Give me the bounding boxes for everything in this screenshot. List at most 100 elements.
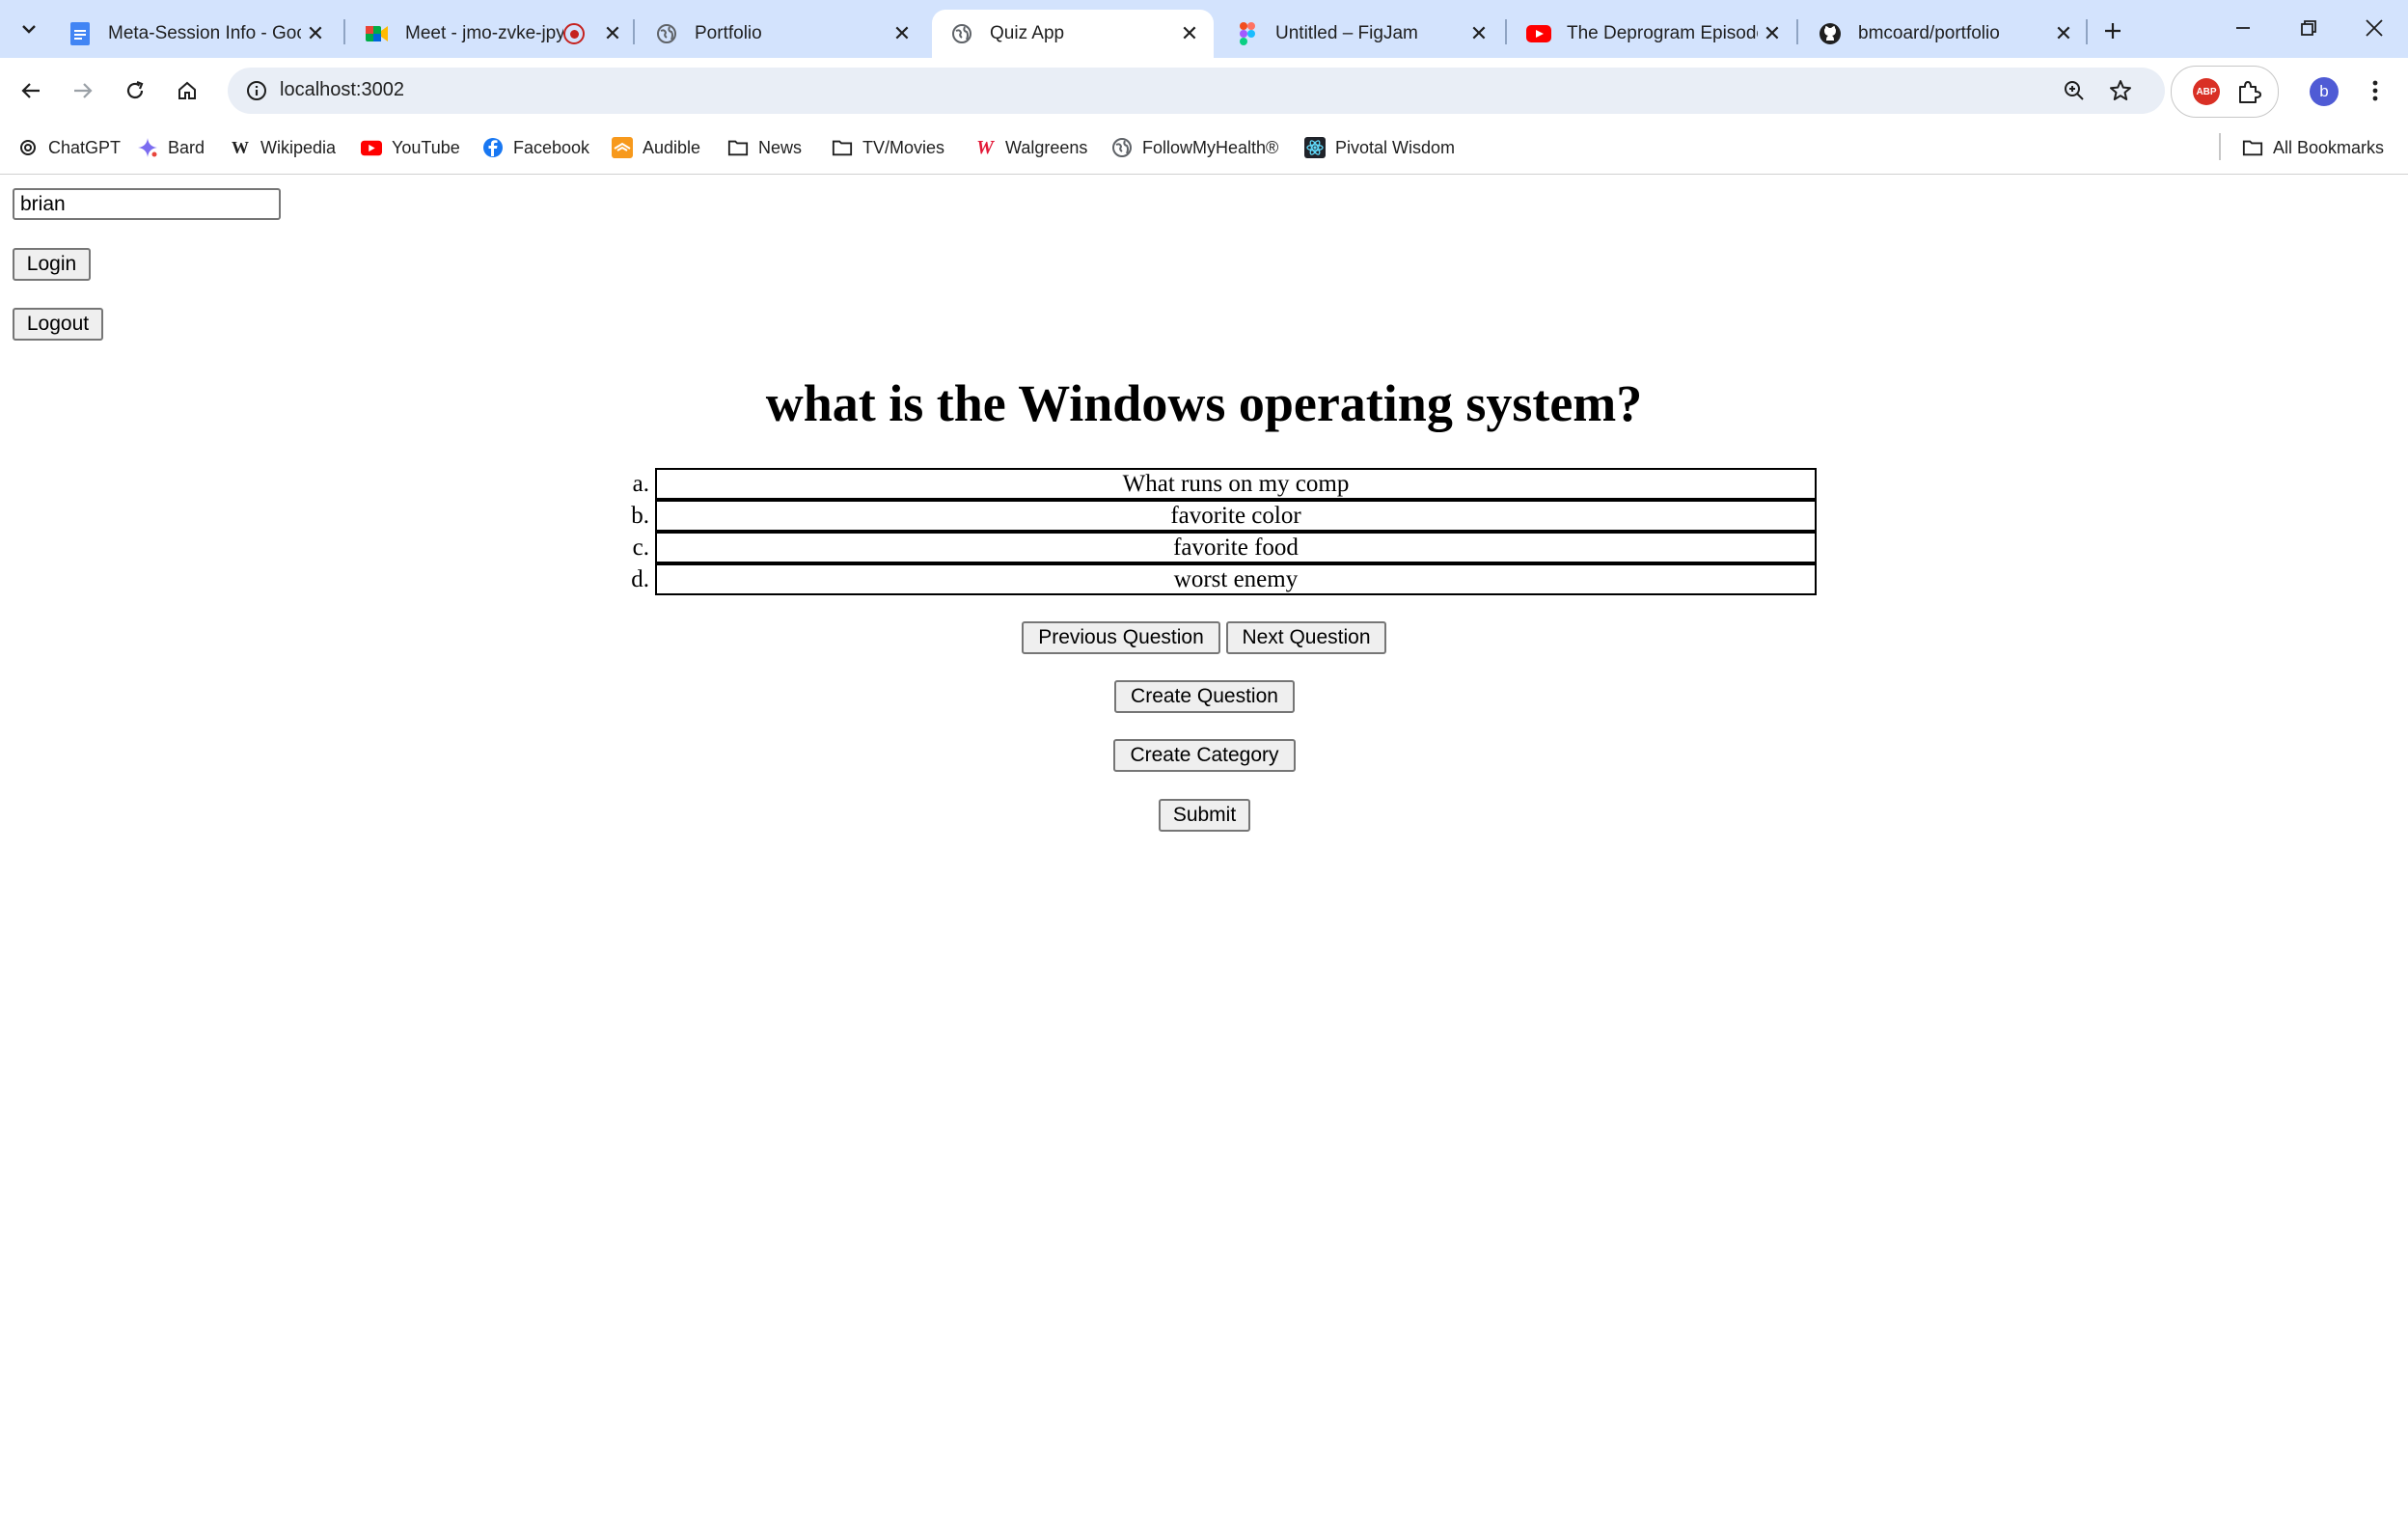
- bard-icon: [137, 137, 158, 158]
- globe-icon: [654, 21, 679, 46]
- bookmark-walgreens[interactable]: W Walgreens: [974, 133, 1087, 162]
- answer-text[interactable]: favorite food: [655, 532, 1817, 563]
- bookmark-audible[interactable]: Audible: [612, 133, 700, 162]
- create-question-button[interactable]: Create Question: [1114, 680, 1295, 713]
- address-text[interactable]: localhost:3002: [280, 79, 404, 101]
- profile-avatar[interactable]: b: [2310, 77, 2339, 106]
- close-icon: [2366, 19, 2383, 37]
- browser-menu-button[interactable]: [2358, 73, 2393, 108]
- bookmark-label: FollowMyHealth®: [1142, 137, 1279, 157]
- bookmark-wikipedia[interactable]: W Wikipedia: [230, 133, 336, 162]
- address-bar[interactable]: localhost:3002: [228, 68, 2165, 114]
- bookmark-label: YouTube: [392, 137, 460, 157]
- tab-separator: [343, 19, 345, 44]
- bookmark-label: News: [758, 137, 803, 157]
- bookmark-pivotal-wisdom[interactable]: Pivotal Wisdom: [1304, 133, 1455, 162]
- folder-icon: [2242, 137, 2263, 158]
- next-question-button[interactable]: Next Question: [1226, 621, 1386, 654]
- previous-question-button[interactable]: Previous Question: [1022, 621, 1220, 654]
- tab-title: bmcoard/portfolio: [1858, 23, 2000, 43]
- tab-meta-session[interactable]: Meta-Session Info - Goo ✕: [50, 10, 340, 58]
- youtube-icon: [361, 137, 382, 158]
- bookmark-label: Bard: [168, 137, 205, 157]
- tab-title: Quiz App: [990, 23, 1065, 43]
- tab-quiz-app[interactable]: Quiz App ✕: [932, 10, 1214, 58]
- tab-title: Untitled – FigJam: [1275, 23, 1418, 43]
- quiz-app-page: Login Logout what is the Windows operati…: [0, 176, 2408, 1536]
- tab-title: Meet - jmo-zvke-jpy: [405, 23, 563, 43]
- bookmark-label: Pivotal Wisdom: [1335, 137, 1456, 157]
- tab-separator: [633, 19, 635, 44]
- answer-text[interactable]: worst enemy: [655, 563, 1817, 595]
- bookmark-youtube[interactable]: YouTube: [361, 133, 460, 162]
- extensions-button[interactable]: [2233, 76, 2264, 107]
- bookmark-folder-news[interactable]: News: [727, 133, 802, 162]
- zoom-in-icon: [2065, 81, 2084, 100]
- restore-button[interactable]: [2275, 0, 2342, 56]
- forward-button[interactable]: [64, 71, 102, 110]
- close-icon[interactable]: ✕: [1175, 19, 1204, 48]
- answer-text[interactable]: favorite color: [655, 500, 1817, 532]
- bookmark-bard[interactable]: Bard: [137, 133, 205, 162]
- new-tab-button[interactable]: [2095, 14, 2130, 48]
- bookmark-label: Walgreens: [1005, 137, 1088, 157]
- username-input[interactable]: [13, 188, 281, 220]
- recording-icon: [563, 23, 585, 44]
- tab-separator: [1796, 19, 1798, 44]
- tab-search-button[interactable]: [10, 10, 48, 48]
- bookmark-chatgpt[interactable]: ChatGPT: [17, 133, 121, 162]
- tab-title: Portfolio: [695, 23, 762, 43]
- home-button[interactable]: [168, 71, 206, 110]
- create-category-button[interactable]: Create Category: [1113, 739, 1296, 772]
- zoom-button[interactable]: [2057, 73, 2092, 108]
- extensions-group: ABP: [2171, 66, 2279, 118]
- bookmark-folder-tv-movies[interactable]: TV/Movies: [832, 133, 944, 162]
- answer-letter: a.: [632, 471, 649, 497]
- home-icon: [178, 81, 196, 99]
- tab-portfolio[interactable]: Portfolio ✕: [637, 10, 926, 58]
- wikipedia-icon: W: [232, 137, 249, 157]
- bookmark-label: Audible: [643, 137, 701, 157]
- close-icon[interactable]: ✕: [598, 19, 627, 48]
- tab-github[interactable]: bmcoard/portfolio ✕: [1800, 10, 2088, 58]
- tab-separator: [1505, 19, 1507, 44]
- browser-chrome: Meta-Session Info - Goo ✕ Meet - jmo-zvk…: [0, 0, 2408, 176]
- reload-button[interactable]: [116, 71, 154, 110]
- answer-letter: b.: [631, 503, 649, 529]
- close-icon[interactable]: ✕: [1464, 19, 1493, 48]
- bookmark-label: Wikipedia: [260, 137, 337, 157]
- arrow-right-icon: [74, 83, 93, 98]
- tab-meet[interactable]: Meet - jmo-zvke-jpy ✕: [347, 10, 637, 58]
- bookmark-facebook[interactable]: Facebook: [482, 133, 589, 162]
- close-window-button[interactable]: [2340, 0, 2408, 56]
- tab-figjam[interactable]: Untitled – FigJam ✕: [1218, 10, 1503, 58]
- bookmark-followmyhealth[interactable]: FollowMyHealth®: [1111, 133, 1278, 162]
- close-icon[interactable]: ✕: [1758, 19, 1787, 48]
- close-icon[interactable]: ✕: [301, 19, 330, 48]
- submit-button[interactable]: Submit: [1159, 799, 1250, 832]
- tab-title: The Deprogram Episode: [1567, 23, 1758, 43]
- arrow-left-icon: [21, 83, 40, 98]
- youtube-icon: [1526, 21, 1551, 46]
- minimize-icon: [2236, 27, 2250, 29]
- all-bookmarks-button[interactable]: All Bookmarks: [2242, 133, 2384, 162]
- bookmark-star-button[interactable]: [2103, 73, 2138, 108]
- puzzle-icon: [2239, 81, 2261, 103]
- answer-text[interactable]: What runs on my comp: [655, 468, 1817, 500]
- back-button[interactable]: [12, 71, 50, 110]
- tab-strip: Meta-Session Info - Goo ✕ Meet - jmo-zvk…: [0, 0, 2408, 58]
- bookmark-label: TV/Movies: [862, 137, 945, 157]
- minimize-button[interactable]: [2209, 0, 2277, 56]
- tab-deprogram[interactable]: The Deprogram Episode ✕: [1509, 10, 1796, 58]
- logout-button[interactable]: Logout: [13, 308, 103, 341]
- login-button[interactable]: Login: [13, 248, 91, 281]
- site-info-button[interactable]: [239, 73, 274, 108]
- globe-icon: [949, 21, 974, 46]
- react-icon: [1304, 137, 1326, 158]
- close-icon[interactable]: ✕: [888, 19, 917, 48]
- walgreens-icon: W: [976, 136, 994, 158]
- close-icon[interactable]: ✕: [2049, 19, 2078, 48]
- adblock-plus-icon[interactable]: ABP: [2193, 78, 2220, 105]
- info-icon: [247, 81, 266, 100]
- google-docs-icon: [68, 21, 93, 46]
